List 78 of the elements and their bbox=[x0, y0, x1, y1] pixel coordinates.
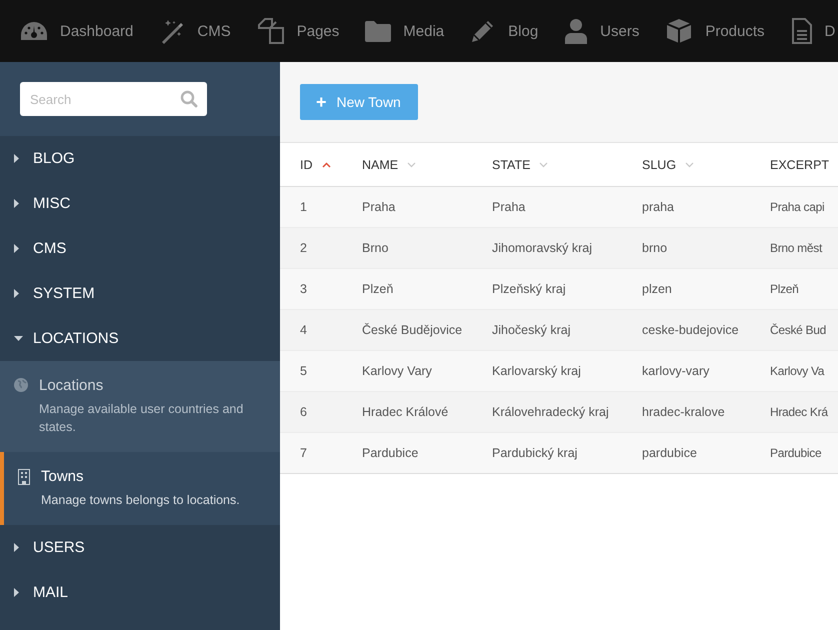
nav-item[interactable]: CMS bbox=[159, 14, 231, 48]
nav-item[interactable]: Products bbox=[665, 13, 765, 49]
table-cell: Plzeňský kraj bbox=[492, 282, 566, 296]
table-cell: 4 bbox=[300, 323, 307, 337]
caret-right-icon bbox=[14, 588, 19, 598]
table-cell: Královehradecký kraj bbox=[492, 405, 609, 419]
column-header[interactable]: STATE bbox=[492, 158, 548, 172]
table-cell: hradec-kralove bbox=[642, 405, 725, 419]
column-header[interactable]: EXCERPT bbox=[770, 158, 830, 172]
table-cell: 6 bbox=[300, 405, 307, 419]
folder-icon bbox=[365, 20, 392, 42]
caret-right-icon bbox=[14, 289, 19, 298]
table-cell: brno bbox=[642, 241, 668, 255]
table-cell: plzen bbox=[642, 282, 672, 296]
submenu-description: Manage available user countries and states. bbox=[39, 401, 244, 436]
document-icon bbox=[790, 17, 813, 45]
nav-item[interactable]: Blog bbox=[470, 14, 538, 48]
menu-group[interactable]: SYSTEM bbox=[0, 271, 280, 316]
table-cell: Pardubice bbox=[770, 446, 822, 460]
table-cell: 5 bbox=[300, 364, 307, 378]
menu-group[interactable]: BLOG bbox=[0, 136, 280, 181]
dashboard-icon bbox=[20, 19, 48, 43]
globe-icon bbox=[14, 378, 28, 392]
table-cell: ceske-budejovice bbox=[642, 323, 739, 337]
table-cell: 3 bbox=[300, 282, 307, 296]
table-cell: 7 bbox=[300, 446, 307, 460]
submenu-item[interactable]: Towns Manage towns belongs to locations. bbox=[0, 452, 280, 526]
caret-right-icon bbox=[14, 199, 19, 208]
menu-group[interactable]: USERS bbox=[0, 525, 280, 570]
submenu-title: Towns bbox=[41, 468, 85, 486]
table-cell: Brno bbox=[362, 241, 388, 255]
search-icon bbox=[180, 90, 198, 108]
menu-group[interactable]: CMS bbox=[0, 226, 280, 271]
caret-down-icon bbox=[14, 336, 23, 341]
table-cell: Jihomoravský kraj bbox=[492, 241, 592, 255]
table-cell: České Budějovice bbox=[362, 323, 462, 337]
table-cell: praha bbox=[642, 200, 674, 214]
table-cell: Praha bbox=[492, 200, 526, 214]
column-header[interactable]: ID bbox=[300, 158, 330, 172]
nav-item[interactable]: Dashboard bbox=[20, 15, 134, 47]
table-cell: České Bud bbox=[770, 323, 826, 337]
table-cell: Karlovy Vary bbox=[362, 364, 432, 378]
search-field[interactable]: Search bbox=[20, 82, 207, 116]
caret-right-icon bbox=[14, 543, 19, 552]
nav-item[interactable]: Pages bbox=[256, 13, 340, 49]
pages-icon bbox=[256, 17, 285, 45]
menu-group[interactable]: LOCATIONS bbox=[0, 316, 280, 361]
table-cell: Praha bbox=[362, 200, 396, 214]
table-cell: Praha capi bbox=[770, 200, 824, 214]
menu-group[interactable]: MISC bbox=[0, 181, 280, 226]
nav-item[interactable]: Media bbox=[365, 16, 444, 46]
table-cell: karlovy-vary bbox=[642, 364, 710, 378]
submenu-item[interactable]: Locations Manage available user countries and states. bbox=[0, 361, 280, 452]
box-icon bbox=[665, 17, 694, 45]
caret-right-icon bbox=[14, 244, 19, 253]
building-icon bbox=[18, 469, 30, 486]
table-cell: Jihočeský kraj bbox=[492, 323, 570, 337]
menu-group[interactable]: MAIL bbox=[0, 570, 280, 616]
table-cell: 2 bbox=[300, 241, 307, 255]
nav-item[interactable]: Users bbox=[564, 14, 640, 48]
caret-right-icon bbox=[14, 154, 19, 163]
column-header[interactable]: SLUG bbox=[642, 158, 694, 172]
table-cell: Plzeň bbox=[362, 282, 394, 296]
submenu-description: Manage towns belongs to locations. bbox=[41, 492, 240, 510]
table-cell: Hradec Králové bbox=[362, 405, 448, 419]
submenu-title: Locations bbox=[39, 377, 104, 394]
table-cell: Hradec Krá bbox=[770, 405, 828, 419]
table-cell: Karlovarský kraj bbox=[492, 364, 581, 378]
table-cell: pardubice bbox=[642, 446, 697, 460]
table-cell: Karlovy Va bbox=[770, 364, 824, 378]
column-header[interactable]: NAME bbox=[362, 158, 416, 172]
table-cell: Plzeň bbox=[770, 282, 799, 296]
table-cell: Pardubice bbox=[362, 446, 418, 460]
table-cell: 1 bbox=[300, 200, 307, 214]
nav-item[interactable]: D bbox=[790, 13, 836, 49]
user-icon bbox=[564, 18, 588, 44]
table-cell: Brno měst bbox=[770, 241, 822, 255]
table-cell: Pardubický kraj bbox=[492, 446, 578, 460]
